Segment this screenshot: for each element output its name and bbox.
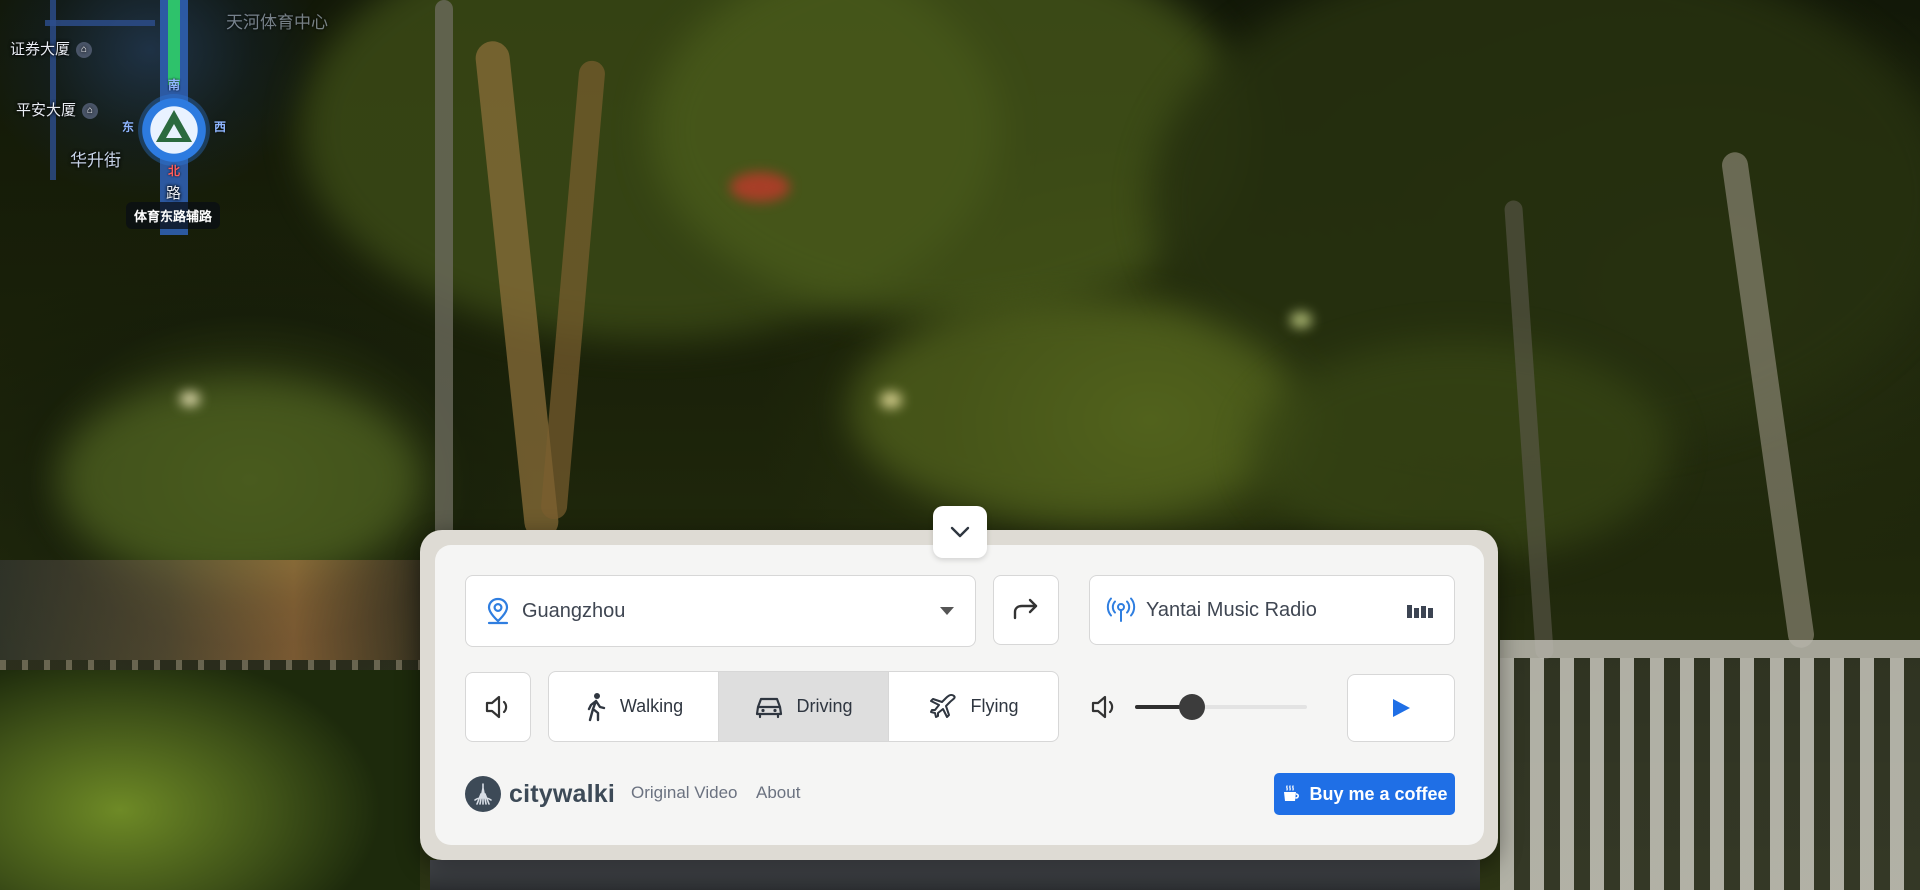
mini-map[interactable]: 天河体育中心 证券大厦 ⌂ 平安大厦 ⌂ 华升街 南 东 西 北 路 体育东路辅路 [0,0,340,235]
mode-walking-button[interactable]: Walking [549,672,718,741]
buy-me-a-coffee-button[interactable]: Buy me a coffee [1274,773,1455,815]
map-label-street: 华升街 [70,151,121,170]
caret-down-icon [940,607,954,615]
building-icon: ⌂ [76,42,93,59]
building-icon: ⌂ [82,103,99,120]
map-poi-pingan-building[interactable]: 平安大厦 ⌂ [16,99,99,120]
about-link[interactable]: About [756,783,800,803]
collapse-panel-button[interactable] [933,506,987,558]
play-button[interactable] [1347,674,1455,742]
radio-broadcast-icon [1106,597,1136,622]
compass-west: 西 [214,120,227,134]
airplane-icon [930,693,957,718]
brand[interactable]: citywalki [465,776,615,812]
map-road-label: 路 [166,185,182,202]
chevron-down-icon [950,526,970,538]
volume-slider[interactable] [1135,694,1307,720]
audio-bars-icon [1407,605,1433,618]
compass-icon[interactable] [138,94,210,166]
radio-station-select[interactable]: Yantai Music Radio [1089,575,1455,645]
volume-icon [1091,695,1114,719]
city-select[interactable]: Guangzhou [465,575,976,647]
mode-driving-button[interactable]: Driving [718,672,888,741]
walking-person-icon [587,692,606,721]
map-label-blurred: 天河体育中心 [226,13,328,32]
route-line [168,0,180,85]
compass-south: 南 [168,78,181,92]
play-icon [1393,699,1410,717]
city-select-value: Guangzhou [522,599,626,622]
compass-north: 北 [168,164,181,178]
radio-station-name: Yantai Music Radio [1146,598,1317,621]
heading-arrow-icon [156,110,192,142]
original-video-link[interactable]: Original Video [631,783,737,803]
brand-name: citywalki [509,779,616,808]
switch-location-button[interactable] [993,575,1059,645]
volume-control [1089,672,1329,742]
travel-mode-toggle: Walking Driving Flying [548,671,1059,742]
car-icon [756,697,783,718]
coffee-cup-icon [1284,785,1300,801]
map-poi-securities-building[interactable]: 证券大厦 ⌂ [10,38,93,59]
citywalki-logo-icon [465,776,501,812]
volume-slider-handle[interactable] [1178,694,1205,720]
sound-toggle-button[interactable] [465,672,531,742]
mode-flying-button[interactable]: Flying [888,672,1058,741]
current-street-name: 体育东路辅路 [126,202,221,229]
redirect-arrow-icon [1013,598,1038,620]
compass-east: 东 [122,120,135,134]
speaker-icon [485,695,508,719]
map-pin-icon [487,597,509,625]
